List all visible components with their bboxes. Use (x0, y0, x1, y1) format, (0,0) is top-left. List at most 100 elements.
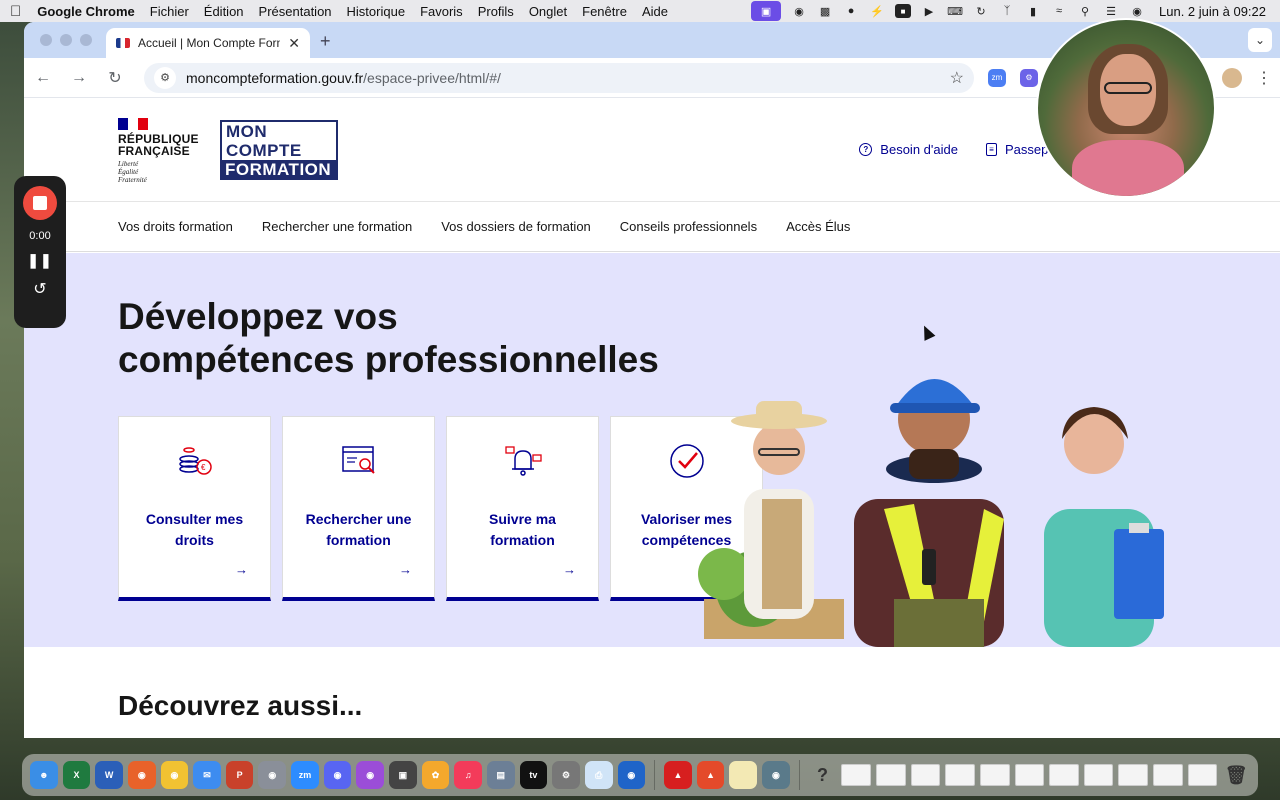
menu-fichier[interactable]: Fichier (150, 4, 189, 19)
address-bar[interactable]: ⚙ moncompteformation.gouv.fr/espace-priv… (144, 62, 974, 93)
recent-document-thumbnail[interactable] (1118, 764, 1149, 786)
excel-icon[interactable]: X (62, 761, 91, 789)
menu-aide[interactable]: Aide (642, 4, 668, 19)
acrobat-icon[interactable]: ▲ (664, 761, 692, 789)
menu-historique[interactable]: Historique (347, 4, 406, 19)
recent-document-thumbnail[interactable] (1083, 764, 1114, 786)
bluetooth-icon[interactable]: ᛉ (999, 4, 1015, 18)
bookmark-star-icon[interactable]: ☆ (950, 68, 964, 88)
activity-icon[interactable]: ▩ (817, 4, 833, 18)
recent-document-thumbnail[interactable] (875, 764, 906, 786)
menubar-clock[interactable]: Lun. 2 juin à 09:22 (1159, 4, 1266, 19)
mail-icon[interactable]: ✉ (193, 761, 221, 789)
quicktime-icon[interactable]: ◉ (762, 761, 790, 789)
system-settings-icon[interactable]: ⚙ (552, 761, 580, 789)
time-machine-icon[interactable]: ↻ (973, 4, 989, 18)
control-center-icon[interactable]: ☰ (1103, 4, 1119, 18)
screen-recorder-icon[interactable]: ▣ (751, 1, 782, 21)
card-label: Rechercher une formation (305, 511, 412, 548)
chrome-icon[interactable]: ◉ (160, 761, 189, 789)
tab-title: Accueil | Mon Compte Formati (138, 36, 280, 50)
forward-arrow-icon[interactable]: → (68, 69, 90, 87)
recent-document-thumbnail[interactable] (1187, 764, 1218, 786)
podcasts-icon[interactable]: ◉ (356, 761, 385, 789)
card-consulter-droits[interactable]: € Consulter mes droits → (118, 416, 271, 601)
card-rechercher-formation[interactable]: Rechercher une formation → (282, 416, 435, 601)
recent-document-thumbnail[interactable] (1049, 764, 1079, 786)
trash-icon[interactable]: 🗑 (1222, 761, 1250, 789)
pause-recording-icon[interactable]: ❚❚ (27, 252, 52, 269)
nav-rechercher[interactable]: Rechercher une formation (262, 219, 412, 234)
spotlight-search-icon[interactable]: ⚲ (1077, 4, 1093, 18)
play-icon[interactable]: ▶ (921, 4, 937, 18)
mon-compte-formation-logo[interactable]: MON COMPTE FORMATION (220, 120, 338, 180)
app-store-icon[interactable]: ◉ (617, 761, 646, 789)
printer-icon[interactable]: ⎙ (584, 761, 613, 789)
chrome-menu-icon[interactable]: ⋮ (1256, 68, 1272, 88)
tab-accueil[interactable]: Accueil | Mon Compte Formati ✕ (106, 28, 310, 58)
powerpoint-icon[interactable]: P (225, 761, 254, 789)
help-link[interactable]: ? Besoin d'aide (859, 142, 958, 157)
wifi-icon[interactable]: ≈ (1051, 4, 1067, 18)
zoom-icon[interactable]: zm (291, 761, 319, 789)
tab-search-chevron-down-icon[interactable]: ⌄ (1248, 28, 1272, 52)
extension-icon[interactable]: ⚙ (1020, 68, 1038, 87)
recent-document-thumbnail[interactable] (945, 764, 975, 786)
recent-document-thumbnail[interactable] (979, 764, 1010, 786)
site-info-icon[interactable]: ⚙ (154, 66, 176, 89)
menu-edition[interactable]: Édition (204, 4, 244, 19)
new-tab-button[interactable]: + (320, 31, 331, 52)
menu-fenetre[interactable]: Fenêtre (582, 4, 627, 19)
creative-cloud-icon[interactable]: ● (843, 4, 859, 18)
menu-profils[interactable]: Profils (478, 4, 514, 19)
stop-recording-button[interactable] (23, 186, 57, 220)
music-icon[interactable]: ♫ (454, 761, 482, 789)
republique-francaise-logo[interactable]: RÉPUBLIQUE FRANÇAISE Liberté Égalité Fra… (118, 118, 198, 184)
recent-document-thumbnail[interactable] (841, 764, 871, 786)
menu-presentation[interactable]: Présentation (259, 4, 332, 19)
address-url[interactable]: moncompteformation.gouv.fr/espace-privee… (186, 70, 940, 86)
webcam-bubble[interactable] (1036, 18, 1216, 198)
profile-avatar[interactable] (1222, 67, 1242, 88)
recent-document-thumbnail[interactable] (1153, 764, 1183, 786)
menu-onglet[interactable]: Onglet (529, 4, 567, 19)
photos-icon[interactable]: ✿ (421, 761, 450, 789)
toolbox-icon[interactable]: ▲ (696, 761, 725, 789)
help-question-icon[interactable]: ? (809, 761, 837, 789)
zoom-menubar-icon[interactable]: ◉ (791, 4, 807, 18)
zoom-window-button[interactable] (80, 34, 92, 46)
card-suivre-formation[interactable]: Suivre ma formation → (446, 416, 599, 601)
zoom-extension-icon[interactable]: zm (988, 68, 1006, 87)
reload-icon[interactable]: ↻ (104, 68, 126, 88)
close-window-button[interactable] (40, 34, 52, 46)
word-icon[interactable]: W (95, 761, 123, 789)
nav-dossiers[interactable]: Vos dossiers de formation (441, 219, 591, 234)
notes-icon[interactable] (729, 761, 758, 789)
minimize-window-button[interactable] (60, 34, 72, 46)
logo-line-compte: COMPTE (226, 140, 302, 160)
recent-document-thumbnail[interactable] (1014, 764, 1045, 786)
apple-tv-icon[interactable]: tv (519, 761, 548, 789)
siri-icon[interactable]: ◉ (1129, 4, 1145, 18)
close-tab-icon[interactable]: ✕ (288, 35, 300, 52)
keyboard-icon[interactable]: ⌨ (947, 4, 963, 18)
nav-conseils[interactable]: Conseils professionnels (620, 219, 757, 234)
restart-recording-icon[interactable]: ↺ (33, 279, 46, 299)
apple-menu-icon[interactable]:  (10, 3, 21, 20)
arrow-right-icon: → (235, 562, 248, 577)
nav-vos-droits[interactable]: Vos droits formation (118, 219, 233, 234)
app-status-icon[interactable]: ■ (895, 4, 912, 18)
menu-app-name[interactable]: Google Chrome (37, 4, 135, 19)
screen-recorder-dock-icon[interactable]: ◉ (258, 761, 287, 789)
back-arrow-icon[interactable]: ← (32, 69, 54, 87)
recent-document-thumbnail[interactable] (910, 764, 941, 786)
battery-icon[interactable]: ▮ (1025, 4, 1041, 18)
menu-favoris[interactable]: Favoris (420, 4, 463, 19)
firefox-icon[interactable]: ◉ (127, 761, 156, 789)
nav-acces-elus[interactable]: Accès Élus (786, 219, 850, 234)
power-icon[interactable]: ⚡ (869, 4, 885, 18)
screenshot-icon[interactable]: ▣ (389, 761, 417, 789)
preview-icon[interactable]: ▤ (486, 761, 515, 789)
finder-icon[interactable]: ☻ (30, 761, 58, 789)
discord-icon[interactable]: ◉ (323, 761, 352, 789)
